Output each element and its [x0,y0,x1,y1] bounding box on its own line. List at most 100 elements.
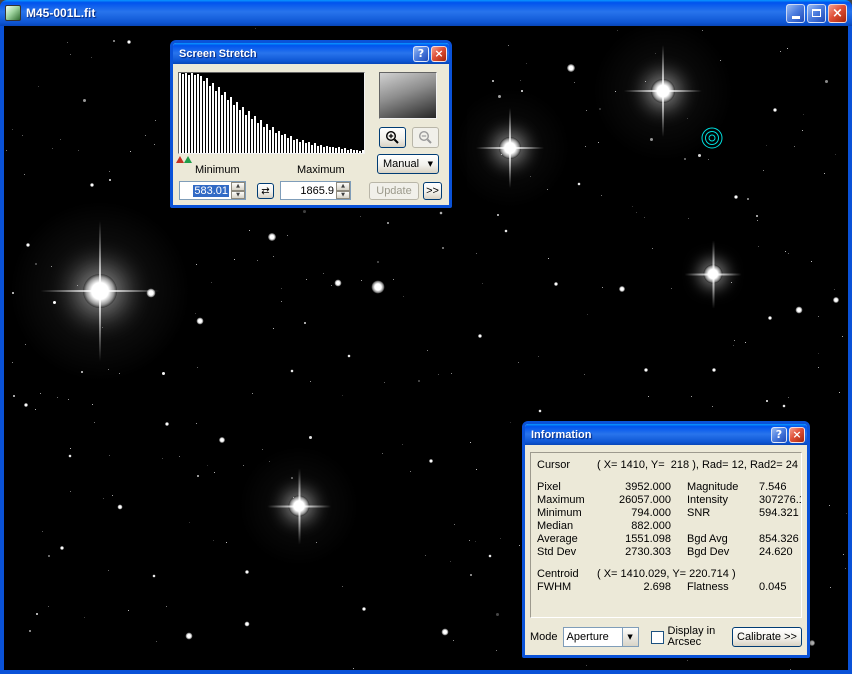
close-button[interactable]: × [828,4,847,23]
star-dot [29,630,31,632]
star-dot [825,80,828,83]
star [197,318,204,325]
chevron-down-icon: ▼ [622,628,638,646]
star-dot [454,524,455,525]
stretch-gradient-preview [379,72,437,119]
min-marker-triangle[interactable] [176,156,184,163]
star [245,570,249,574]
star [83,274,117,308]
star [578,183,581,186]
mode-dropdown[interactable]: Aperture ▼ [563,627,639,647]
histogram-bar [362,150,364,153]
star-dot [52,148,53,149]
star-dot [845,568,846,569]
zoom-in-button[interactable] [379,127,406,148]
window-titlebar[interactable]: M45-001L.fit × [0,0,852,26]
expand-button[interactable]: >> [423,182,442,200]
star-dot [802,130,803,131]
star [127,40,131,44]
star-dot [688,218,689,219]
close-button[interactable]: × [431,46,447,62]
histogram-bar [269,130,271,153]
star-dot [702,30,703,31]
spin-down-button[interactable]: ▼ [231,191,245,200]
star-dot [698,154,701,157]
info-cell: 26057.000 [597,494,671,507]
histogram[interactable] [178,72,365,154]
star-dot [156,641,157,642]
star-dot [162,372,165,375]
star-dot [803,114,804,115]
star-dot [316,542,317,543]
image-canvas[interactable]: Screen Stretch ? × [4,26,848,670]
calibrate-button[interactable]: Calibrate >> [732,627,802,647]
maximum-input[interactable]: 1865.9 ▲ ▼ [280,181,351,200]
star-dot [547,189,548,190]
star [245,622,250,627]
star-dot [684,158,686,160]
maximize-button[interactable] [807,4,826,23]
star-dot [214,472,215,473]
star-dot [291,477,293,479]
minimum-input[interactable]: 583.01 ▲ ▼ [179,181,246,200]
star-dot [829,505,830,506]
histogram-bar [263,127,265,153]
star-dot [24,174,25,175]
help-button[interactable]: ? [413,46,429,62]
star-dot [128,610,129,611]
star-dot [469,540,470,541]
star-dot [500,538,501,539]
star-dot [377,261,379,263]
star-dot [650,138,653,141]
star-dot [794,146,795,147]
star-dot [496,650,497,651]
star-dot [154,144,155,145]
help-icon: ? [776,428,782,441]
spin-up-button[interactable]: ▲ [231,182,245,191]
info-cell: 1551.098 [597,533,671,546]
star-dot [745,342,746,343]
information-dialog: Information ? × Cursor( X= 1410, Y= 218 … [522,421,810,658]
star [644,368,648,372]
mode-row: Mode Aperture ▼ Display in Arcsec Calibr… [530,626,802,648]
help-button[interactable]: ? [771,427,787,443]
histogram-bar [341,149,343,153]
star-dot [281,301,282,302]
info-row: Maximum26057.000Intensity307276.125 [537,494,795,507]
star-dot [226,542,227,543]
spin-down-button[interactable]: ▼ [336,191,350,200]
max-marker-triangle[interactable] [184,156,192,163]
minimize-button[interactable] [786,4,805,23]
star-dot [501,154,502,155]
star-dot [602,287,603,288]
star-dot [70,491,71,492]
close-icon: × [434,47,443,60]
star-dot [763,170,764,171]
close-button[interactable]: × [789,427,805,443]
star-dot [691,396,692,397]
star-dot [574,82,575,83]
stretch-mode-dropdown[interactable]: Manual ▼ [377,154,439,174]
spin-up-button[interactable]: ▲ [336,182,350,191]
star [499,137,521,159]
star-dot [48,555,50,557]
star-dot [766,145,767,146]
information-titlebar[interactable]: Information ? × [525,424,807,445]
histogram-bar [257,123,259,153]
star-dot [68,399,69,400]
star [704,265,723,284]
histogram-bar [317,146,319,153]
star [24,403,28,407]
star [768,316,772,320]
star-dot [780,51,781,52]
screen-stretch-titlebar[interactable]: Screen Stretch ? × [173,43,449,64]
info-row: Pixel3952.000Magnitude7.546 [537,481,795,494]
star-dot [824,173,825,174]
histogram-bar [197,74,199,153]
star-dot [548,258,549,259]
star-dot [498,95,501,98]
star-dot [12,362,13,363]
arcsec-checkbox[interactable] [651,631,664,644]
swap-min-max-button[interactable]: ⇄ [257,183,274,199]
info-row: Median882.000 [537,520,795,533]
